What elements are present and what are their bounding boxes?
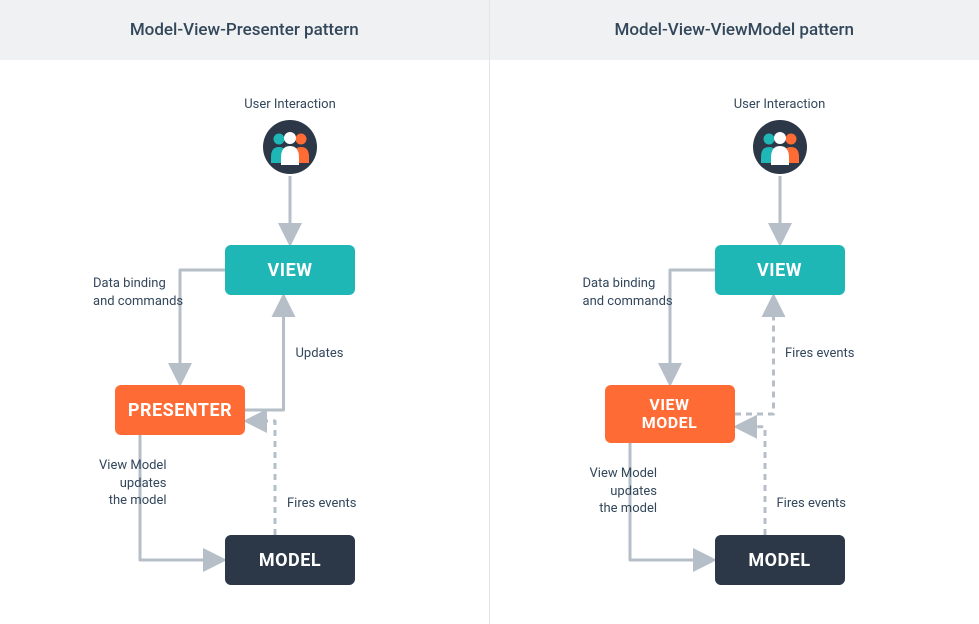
node-middle: VIEWMODEL	[605, 385, 735, 443]
label-updates: Fires events	[785, 345, 855, 363]
panel-mvp: User Interaction VIEW PRESENTER MODEL Data …	[0, 60, 490, 624]
node-model: MODEL	[225, 535, 355, 585]
node-view: VIEW	[225, 245, 355, 295]
node-model: MODEL	[715, 535, 845, 585]
label-vm-updates: View Modelupdatesthe model	[590, 465, 657, 518]
label-user-interaction: User Interaction	[725, 96, 835, 114]
header-right: Model-View-ViewModel pattern	[490, 0, 979, 60]
label-user-interaction: User Interaction	[235, 96, 345, 114]
label-updates: Updates	[296, 345, 344, 363]
node-view: VIEW	[715, 245, 845, 295]
node-middle: PRESENTER	[115, 385, 245, 435]
panel-mvvm: User Interaction VIEW VIEWMODEL MODEL Data …	[490, 60, 979, 624]
users-icon	[263, 120, 317, 174]
label-fires-events: Fires events	[287, 495, 357, 513]
label-data-binding: Data bindingand commands	[93, 275, 183, 310]
users-icon	[753, 120, 807, 174]
label-vm-updates: View Modelupdatesthe model	[99, 457, 166, 510]
label-data-binding: Data bindingand commands	[583, 275, 673, 310]
diagram-headers: Model-View-Presenter pattern Model-View-…	[0, 0, 979, 60]
label-fires-events: Fires events	[777, 495, 847, 513]
diagram-panels: User Interaction VIEW PRESENTER MODEL Data …	[0, 60, 979, 624]
header-left: Model-View-Presenter pattern	[0, 0, 490, 60]
